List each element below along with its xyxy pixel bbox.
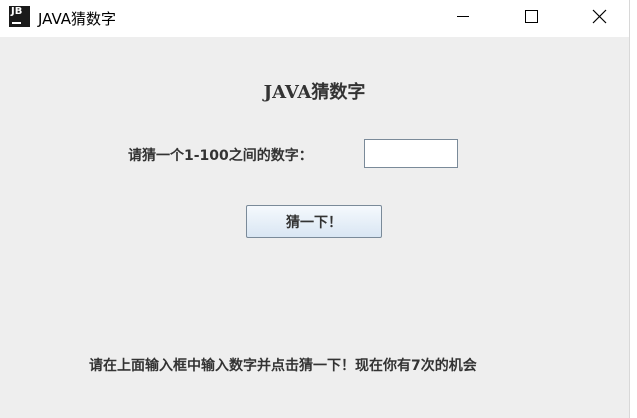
minimize-button[interactable] [440, 0, 486, 33]
background-edge [629, 0, 637, 418]
close-icon [592, 9, 607, 24]
window-title: JAVA猜数字 [38, 10, 117, 28]
jetbrains-app-icon: JB [9, 6, 30, 27]
guess-number-input[interactable] [364, 139, 458, 168]
close-button[interactable] [576, 0, 622, 33]
minimize-icon [457, 16, 469, 17]
title-bar[interactable]: JB JAVA猜数字 [0, 0, 629, 37]
guess-button[interactable]: 猜一下！ [246, 205, 382, 238]
guess-prompt-label: 请猜一个1-100之间的数字： [128, 148, 313, 164]
app-window: JB JAVA猜数字 JAVA猜数字 请猜一个1-100之间的数字： 猜一下！ … [0, 0, 629, 418]
status-message: 请在上面输入框中输入数字并点击猜一下！现在你有7次的机会 [89, 358, 477, 374]
app-icon-label: JB [11, 6, 23, 17]
maximize-button[interactable] [508, 0, 554, 33]
app-icon-bar [12, 22, 21, 24]
maximize-icon [525, 10, 538, 23]
game-heading: JAVA猜数字 [263, 82, 366, 103]
